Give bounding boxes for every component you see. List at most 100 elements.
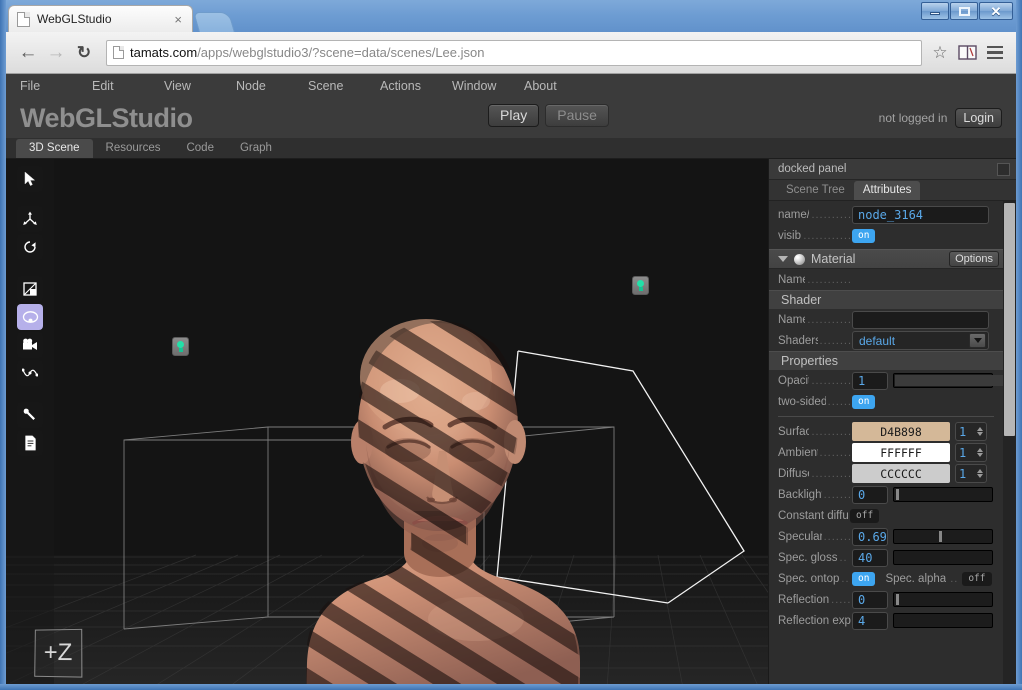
spec-gloss-slider[interactable]: [893, 550, 1007, 565]
panel-tabbar: Scene Tree Attributes: [769, 180, 1016, 201]
chevron-down-icon[interactable]: [969, 333, 986, 348]
browser-tab[interactable]: WebGLStudio ×: [8, 5, 193, 32]
reflection-exp-slider[interactable]: [893, 613, 1007, 628]
menu-view[interactable]: View: [164, 77, 236, 95]
app-menubar: File Edit View Node Scene Actions Window…: [6, 74, 1016, 98]
ambient-amount-stepper[interactable]: 1: [955, 443, 987, 462]
account-area: not logged in Login: [879, 108, 1002, 128]
row-surface: Surface .......... D4B898 1: [769, 421, 1003, 442]
diffuse-amount-stepper[interactable]: 1: [955, 464, 987, 483]
backlight-slider[interactable]: [893, 487, 993, 502]
maximize-icon: [958, 6, 970, 16]
wrench-tool-button[interactable]: [17, 402, 43, 428]
spec-alpha-dots: ..: [950, 572, 959, 585]
curve-tool-button[interactable]: [17, 360, 43, 386]
diffuse-color-swatch[interactable]: CCCCCC: [852, 464, 950, 483]
ambient-dots: ........: [819, 446, 852, 459]
material-name-label: Name: [778, 273, 805, 286]
shader-name-input[interactable]: [852, 310, 989, 329]
surface-color-swatch[interactable]: D4B898: [852, 422, 950, 441]
window-maximize-button[interactable]: [950, 2, 978, 20]
webglstudio-app: File Edit View Node Scene Actions Window…: [6, 74, 1016, 684]
constant-diffuse-toggle[interactable]: off: [850, 508, 880, 523]
two-sided-toggle[interactable]: on: [852, 394, 876, 409]
surface-amount-stepper[interactable]: 1: [955, 422, 987, 441]
material-name-dots: ...........: [807, 273, 852, 286]
shaders-dropdown[interactable]: default: [852, 331, 989, 350]
name-id-input[interactable]: [852, 205, 989, 224]
document-icon: [24, 435, 36, 451]
app-body: +Z docked panel Scene Tree Attributes na…: [6, 159, 1016, 684]
ambient-color-swatch[interactable]: FFFFFF: [852, 443, 950, 462]
menu-window[interactable]: Window: [452, 77, 524, 95]
login-button[interactable]: Login: [955, 108, 1002, 128]
material-section-header[interactable]: Material Options: [769, 249, 1003, 269]
window-minimize-button[interactable]: [921, 2, 949, 20]
select-tool-button[interactable]: [17, 166, 43, 192]
opacity-value[interactable]: 1: [852, 371, 888, 390]
pause-button[interactable]: Pause: [545, 104, 609, 127]
stepper-arrows-icon[interactable]: [977, 427, 983, 436]
menu-edit[interactable]: Edit: [92, 77, 164, 95]
reflection-dots: .....: [831, 593, 852, 606]
browser-menu-button[interactable]: [982, 40, 1008, 66]
menu-about[interactable]: About: [524, 77, 596, 95]
tab-graph[interactable]: Graph: [227, 139, 285, 158]
document-tool-button[interactable]: [17, 430, 43, 456]
specular-value[interactable]: 0.69: [852, 527, 888, 546]
visible-toggle[interactable]: on: [852, 228, 876, 243]
camera-tool-button[interactable]: [17, 332, 43, 358]
book-icon: [957, 45, 977, 60]
back-button[interactable]: ←: [14, 39, 42, 67]
menu-actions[interactable]: Actions: [380, 77, 452, 95]
tab-resources[interactable]: Resources: [93, 139, 174, 158]
scale-tool-button[interactable]: [17, 276, 43, 302]
back-arrow-icon: ←: [18, 41, 38, 63]
specular-label: Specular: [778, 530, 822, 543]
minimize-icon: [930, 12, 940, 15]
reload-button[interactable]: ↻: [70, 39, 98, 67]
opacity-slider[interactable]: [893, 373, 1011, 388]
menu-node[interactable]: Node: [236, 77, 308, 95]
spec-gloss-value[interactable]: 40: [852, 548, 888, 567]
play-button[interactable]: Play: [488, 104, 540, 127]
two-sided-label: two-sided: [778, 395, 826, 408]
tab-scene-tree[interactable]: Scene Tree: [777, 181, 854, 200]
rotate-tool-button[interactable]: [17, 234, 43, 260]
tab-attributes[interactable]: Attributes: [853, 181, 921, 200]
move-tool-button[interactable]: [17, 206, 43, 232]
tab-close-icon[interactable]: ×: [170, 12, 186, 27]
panel-scrollbar-thumb[interactable]: [1004, 203, 1015, 436]
orbit-tool-button[interactable]: [17, 304, 43, 330]
light-gizmo-right[interactable]: [632, 276, 649, 295]
backlight-value[interactable]: 0: [852, 485, 888, 504]
reflection-slider[interactable]: [893, 592, 993, 607]
axis-gizmo[interactable]: +Z: [34, 628, 83, 678]
page-info-icon: [113, 46, 124, 59]
row-spec-gloss: Spec. gloss .. 40: [769, 547, 1007, 568]
stepper-arrows-icon[interactable]: [977, 469, 983, 478]
menu-file[interactable]: File: [20, 77, 92, 95]
spec-alpha-toggle[interactable]: off: [962, 571, 992, 586]
collapse-triangle-icon[interactable]: [778, 256, 788, 262]
bookmark-button[interactable]: ☆: [928, 41, 952, 65]
material-options-button[interactable]: Options: [949, 251, 999, 267]
specular-slider[interactable]: [893, 529, 993, 544]
window-close-button[interactable]: ✕: [979, 2, 1013, 20]
reading-list-button[interactable]: [954, 40, 980, 66]
tab-3d-scene[interactable]: 3D Scene: [16, 139, 93, 158]
stepper-arrows-icon[interactable]: [977, 448, 983, 457]
reflection-value[interactable]: 0: [852, 590, 888, 609]
reflection-exp-value[interactable]: 4: [852, 611, 888, 630]
forward-button[interactable]: →: [42, 39, 70, 67]
light-gizmo-left[interactable]: [172, 337, 189, 356]
menu-scene[interactable]: Scene: [308, 77, 380, 95]
new-tab-button[interactable]: [193, 12, 235, 32]
address-bar[interactable]: tamats.com/apps/webglstudio3/?scene=data…: [106, 39, 922, 66]
3d-viewport[interactable]: +Z: [6, 159, 768, 684]
tab-code[interactable]: Code: [173, 139, 227, 158]
panel-pin-button[interactable]: [997, 162, 1010, 176]
spec-ontop-toggle[interactable]: on: [852, 571, 876, 586]
panel-scrollbar[interactable]: [1003, 201, 1016, 684]
visible-label: visible: [778, 229, 802, 242]
